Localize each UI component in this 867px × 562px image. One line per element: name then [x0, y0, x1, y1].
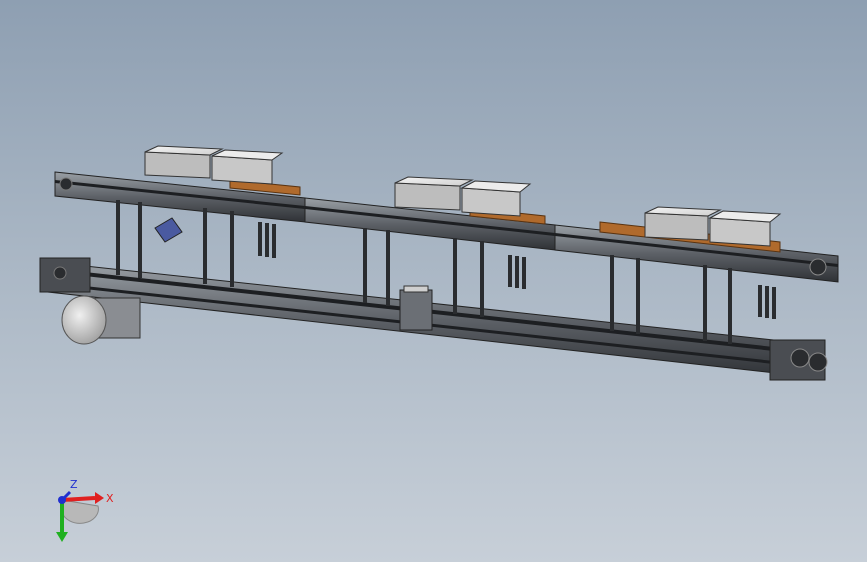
conveyor-assembly-model[interactable]	[0, 0, 867, 562]
workpiece-box-6[interactable]	[708, 210, 782, 247]
lower-conveyor-rail[interactable]	[39, 257, 828, 381]
triad-origin	[58, 496, 66, 504]
workpiece-box-1[interactable]	[144, 145, 224, 179]
center-clamp-block	[399, 285, 433, 331]
x-axis-arrow	[61, 496, 96, 502]
drive-motor[interactable]	[61, 295, 141, 345]
orientation-triad[interactable]: X Z Y	[40, 470, 130, 550]
workpiece-box-4[interactable]	[460, 180, 532, 217]
x-axis-arrowhead	[95, 492, 104, 504]
y-axis-arrowhead	[56, 532, 68, 542]
workpiece-box-3[interactable]	[394, 176, 474, 211]
x-axis-label: X	[106, 492, 114, 505]
graphics-viewport[interactable]: X Z Y	[0, 0, 867, 562]
sensor-unit	[154, 217, 183, 243]
workpiece-box-2[interactable]	[211, 149, 284, 185]
z-axis-label: Z	[70, 478, 78, 491]
